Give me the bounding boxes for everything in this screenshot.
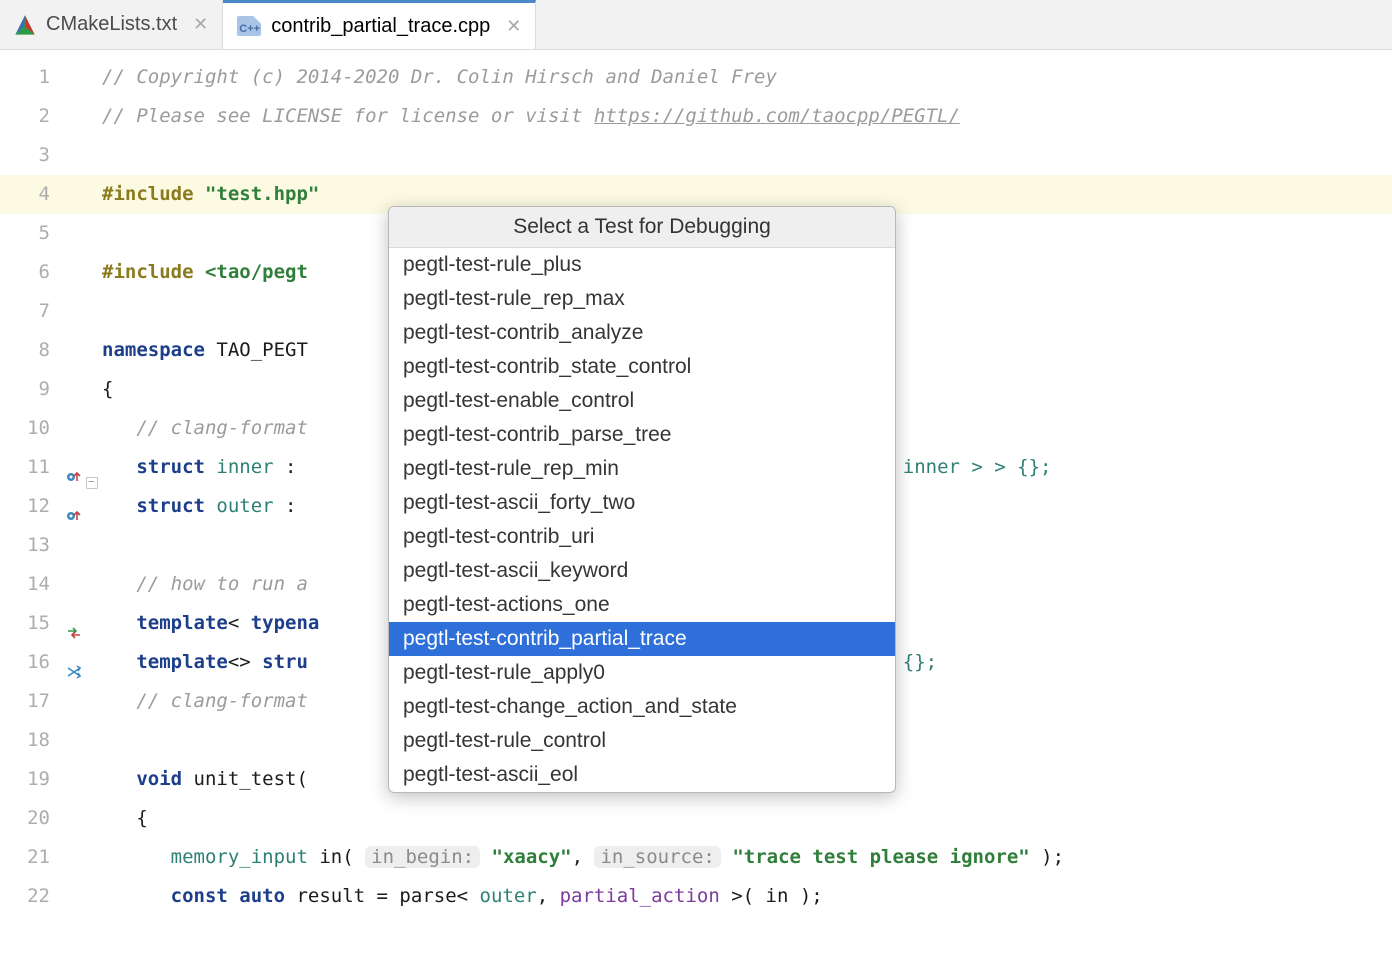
popup-item[interactable]: pegtl-test-ascii_keyword	[389, 554, 895, 588]
tab-cmakelists[interactable]: CMakeLists.txt ✕	[0, 0, 223, 49]
popup-list: pegtl-test-rule_pluspegtl-test-rule_rep_…	[389, 248, 895, 792]
popup-item[interactable]: pegtl-test-contrib_analyze	[389, 316, 895, 350]
line-number: 22	[0, 877, 88, 916]
line-number: 18	[0, 721, 88, 760]
override-up-icon[interactable]	[66, 499, 82, 515]
code-line: const auto result = parse< outer, partia…	[88, 877, 1392, 916]
popup-item[interactable]: pegtl-test-ascii_forty_two	[389, 486, 895, 520]
line-number: 5	[0, 214, 88, 253]
line-number: 3	[0, 136, 88, 175]
cpp-file-icon: C++	[237, 16, 261, 36]
debug-test-popup: Select a Test for Debugging pegtl-test-r…	[388, 206, 896, 793]
swap-icon[interactable]	[66, 616, 82, 632]
popup-item[interactable]: pegtl-test-rule_rep_max	[389, 282, 895, 316]
line-number: 19	[0, 760, 88, 799]
code-line: // Copyright (c) 2014-2020 Dr. Colin Hir…	[88, 58, 1392, 97]
line-number: 11	[0, 448, 88, 487]
line-number: 13	[0, 526, 88, 565]
line-number: 14	[0, 565, 88, 604]
line-number: 17	[0, 682, 88, 721]
line-number: 16	[0, 643, 88, 682]
close-icon[interactable]: ✕	[193, 14, 208, 35]
code-line: {	[88, 799, 1392, 838]
tab-contrib-partial-trace[interactable]: C++ contrib_partial_trace.cpp ✕	[223, 0, 536, 49]
popup-item[interactable]: pegtl-test-ascii_eol	[389, 758, 895, 792]
line-number: 10	[0, 409, 88, 448]
popup-item[interactable]: pegtl-test-contrib_uri	[389, 520, 895, 554]
popup-item[interactable]: pegtl-test-actions_one	[389, 588, 895, 622]
line-number: 7	[0, 292, 88, 331]
tab-label: CMakeLists.txt	[46, 13, 177, 36]
line-number: 2	[0, 97, 88, 136]
line-number: 1	[0, 58, 88, 97]
override-up-icon[interactable]	[66, 460, 82, 476]
popup-item[interactable]: pegtl-test-enable_control	[389, 384, 895, 418]
close-icon[interactable]: ✕	[506, 16, 521, 37]
line-number: 15	[0, 604, 88, 643]
popup-title: Select a Test for Debugging	[389, 207, 895, 248]
code-line	[88, 136, 1392, 175]
cmake-icon	[14, 14, 36, 36]
popup-item[interactable]: pegtl-test-contrib_state_control	[389, 350, 895, 384]
line-number: 9	[0, 370, 88, 409]
shuffle-icon[interactable]	[66, 655, 82, 671]
popup-item[interactable]: pegtl-test-change_action_and_state	[389, 690, 895, 724]
fold-icon[interactable]	[86, 477, 98, 489]
popup-item[interactable]: pegtl-test-rule_rep_min	[389, 452, 895, 486]
popup-item[interactable]: pegtl-test-rule_control	[389, 724, 895, 758]
gutter: 1 2 3 4 5 6 7 8 9 10 11 12 13 14 15 16 1…	[0, 50, 88, 916]
popup-item[interactable]: pegtl-test-contrib_partial_trace	[389, 622, 895, 656]
popup-item[interactable]: pegtl-test-contrib_parse_tree	[389, 418, 895, 452]
line-number: 4	[0, 175, 88, 214]
line-number: 20	[0, 799, 88, 838]
line-number: 21	[0, 838, 88, 877]
code-line: memory_input in( in_begin: "xaacy", in_s…	[88, 838, 1392, 877]
line-number: 12	[0, 487, 88, 526]
tab-bar: CMakeLists.txt ✕ C++ contrib_partial_tra…	[0, 0, 1392, 50]
popup-item[interactable]: pegtl-test-rule_apply0	[389, 656, 895, 690]
popup-item[interactable]: pegtl-test-rule_plus	[389, 248, 895, 282]
code-line: // Please see LICENSE for license or vis…	[88, 97, 1392, 136]
line-number: 8	[0, 331, 88, 370]
tab-label: contrib_partial_trace.cpp	[271, 15, 490, 38]
line-number: 6	[0, 253, 88, 292]
